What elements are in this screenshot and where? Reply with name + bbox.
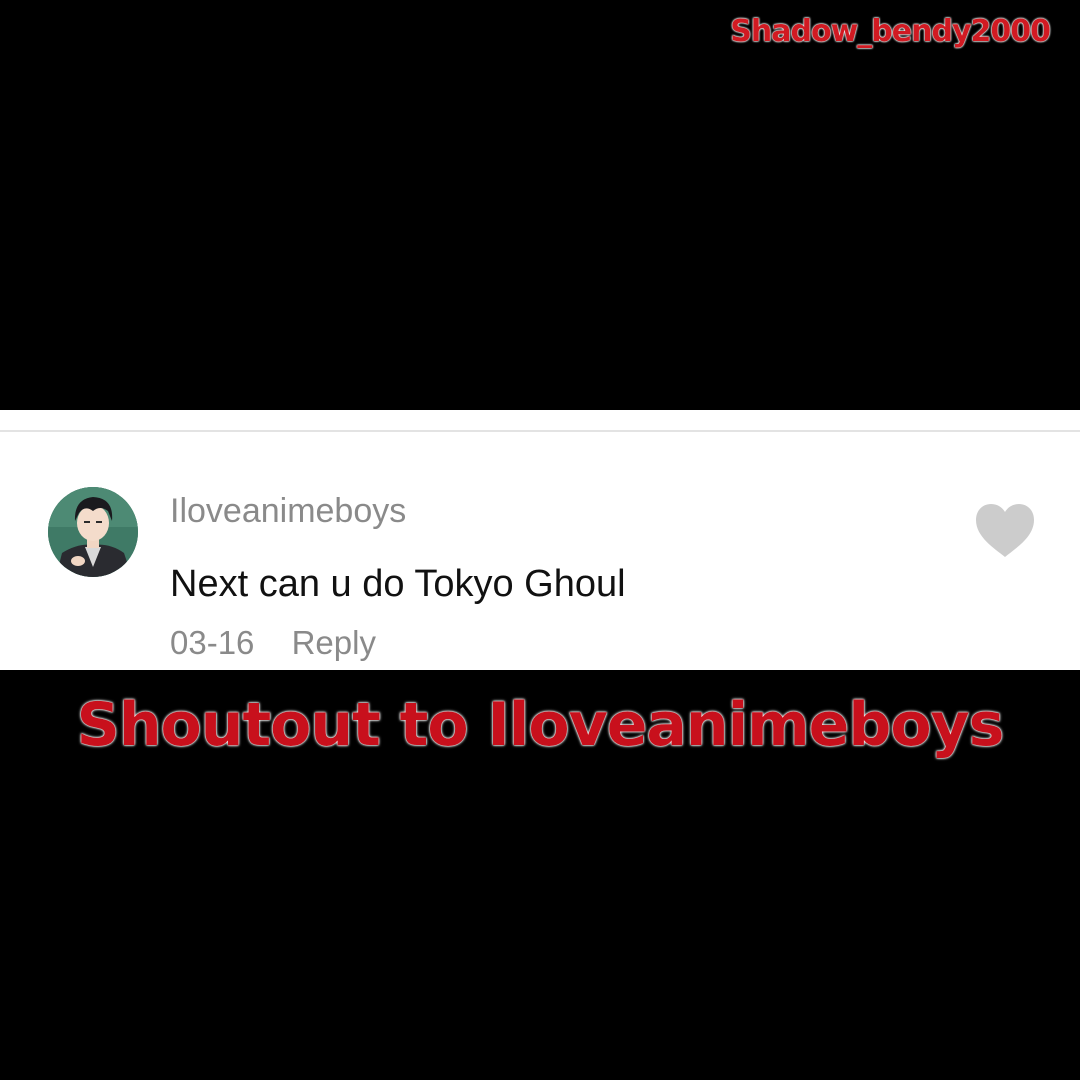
watermark: Shadow_bendy2000 [730,14,1051,49]
reply-button[interactable]: Reply [292,624,376,662]
heart-icon [976,504,1034,557]
divider [0,430,1080,432]
like-button[interactable] [972,500,1038,560]
comment-text: Next can u do Tokyo Ghoul [170,563,626,605]
shoutout-caption: Shoutout to Iloveanimeboys [76,690,1005,760]
comment-card: Iloveanimeboys Next can u do Tokyo Ghoul… [0,410,1080,670]
user-avatar-icon [48,487,138,577]
comment-username[interactable]: Iloveanimeboys [170,492,406,531]
comment-meta: 03-16 Reply [170,624,376,662]
avatar[interactable] [48,487,138,577]
comment-date: 03-16 [170,624,255,661]
